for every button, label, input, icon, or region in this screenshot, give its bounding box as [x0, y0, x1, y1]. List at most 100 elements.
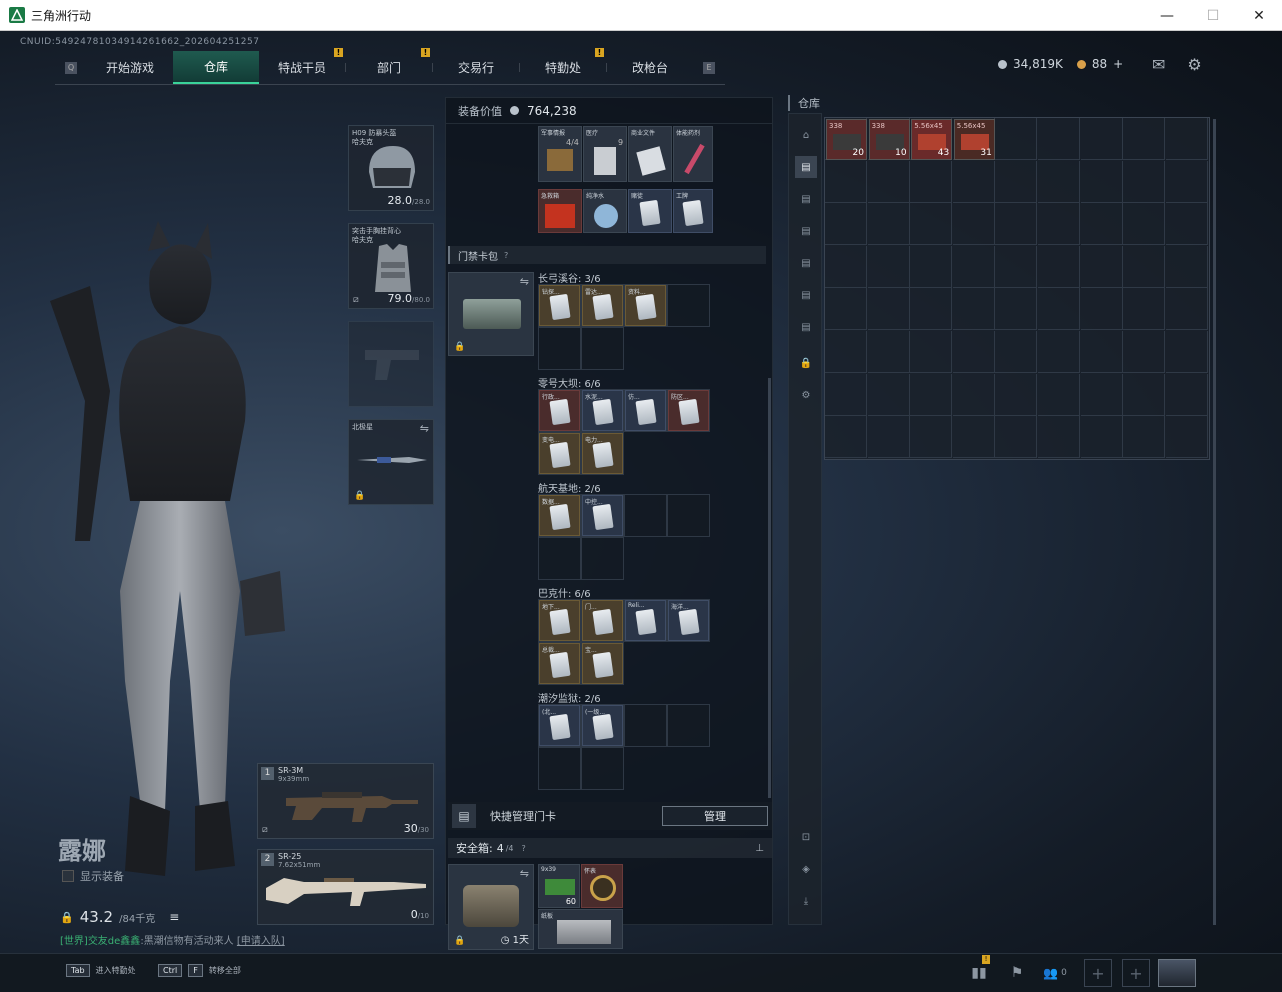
tab-operators[interactable]: 特战干员! [259, 48, 345, 84]
keycard-item[interactable]: 宝... [582, 643, 623, 684]
melee-slot[interactable]: 北极星 ⇋ 🔒 [348, 419, 434, 505]
keycard-item[interactable]: Reli... [625, 600, 666, 641]
stash-cell[interactable] [1038, 203, 1080, 246]
stash-cell[interactable] [995, 331, 1038, 373]
primary-weapon-slot[interactable]: 1 SR-3M 9x39mm ⧄ 30/30 [257, 763, 434, 839]
stash-cell[interactable] [952, 245, 995, 288]
item-intel[interactable]: 军事情报 [538, 126, 582, 182]
tab-trade[interactable]: 交易行 [433, 51, 519, 84]
safe-item-cardboard[interactable]: 纸板 [538, 909, 623, 949]
stash-cell[interactable] [867, 160, 910, 203]
minimize-button[interactable]: — [1144, 0, 1190, 31]
keycard-item[interactable]: 海洋... [668, 600, 709, 641]
stash-cell[interactable] [1038, 373, 1080, 416]
keycard-slot[interactable] [667, 704, 710, 747]
swap-icon[interactable]: ⇋ [520, 275, 529, 288]
stash-cell[interactable] [995, 373, 1038, 416]
stash-cell[interactable] [825, 416, 867, 459]
stash-cell[interactable] [1165, 288, 1208, 331]
stash-cell[interactable] [1080, 118, 1123, 160]
keycard-slot[interactable] [581, 327, 624, 370]
stash-tab-1[interactable]: ▤ [795, 156, 817, 178]
stash-cell[interactable] [1123, 245, 1166, 288]
tab-start-game[interactable]: 开始游戏 [87, 51, 173, 84]
keycard-slot[interactable] [538, 327, 581, 370]
keycard-item[interactable]: (一级... [582, 705, 623, 746]
item-badge[interactable]: 工牌 [673, 189, 713, 233]
scrollbar[interactable] [768, 378, 771, 798]
stash-cell[interactable] [867, 288, 910, 331]
stash-cell[interactable] [1165, 118, 1208, 160]
stash-cell[interactable] [995, 118, 1038, 160]
keycard-slot[interactable] [538, 747, 581, 790]
keycard-slot[interactable] [667, 284, 710, 327]
stats-icon[interactable]: ▮▮! [960, 955, 998, 987]
stash-cell[interactable] [1038, 160, 1080, 203]
keycard-slot[interactable] [667, 494, 710, 537]
keycard-item[interactable]: 电力... [582, 433, 623, 474]
stash-cell[interactable] [1123, 331, 1166, 373]
stash-cell[interactable] [1080, 331, 1123, 373]
stash-cell[interactable] [995, 245, 1038, 288]
transfer-all-hint[interactable]: Ctrl F 转移全部 [158, 964, 241, 977]
stash-cell[interactable] [1080, 245, 1123, 288]
stash-cell[interactable] [1080, 203, 1123, 246]
stash-cell[interactable] [952, 288, 995, 331]
add-currency-button[interactable]: + [1113, 57, 1123, 71]
stash-cell[interactable] [1038, 118, 1080, 160]
stash-cell[interactable] [1080, 160, 1123, 203]
stash-cell[interactable] [910, 331, 953, 373]
stash-cell[interactable] [910, 373, 953, 416]
stash-cell[interactable] [1165, 160, 1208, 203]
keycard-case[interactable]: ⇋ 🔒 [448, 272, 534, 356]
stash-cell[interactable] [995, 288, 1038, 331]
flag-icon[interactable]: ⚑ [998, 959, 1036, 987]
keycard-slot[interactable] [581, 537, 624, 580]
keycard-item[interactable]: 钻探... [539, 285, 580, 326]
keycard-slot[interactable] [538, 537, 581, 580]
safe-box-container[interactable]: ⇋ 🔒 ◷ 1天 [448, 864, 534, 950]
tab-gunsmith[interactable]: 改枪台 [607, 51, 693, 84]
stash-cell[interactable] [1080, 416, 1123, 459]
stash-tab-3[interactable]: ▤ [795, 220, 817, 242]
friends-icon[interactable]: 👥 0 [1036, 959, 1074, 987]
invite-slot-1[interactable]: + [1084, 959, 1112, 987]
keycard-item[interactable]: 水泥... [582, 390, 623, 431]
stash-cell[interactable] [1123, 118, 1166, 160]
stash-cell[interactable] [825, 203, 867, 246]
stash-cell[interactable] [1123, 160, 1166, 203]
stash-cell[interactable] [1165, 203, 1208, 246]
stash-cell[interactable] [952, 331, 995, 373]
stash-cell[interactable] [952, 203, 995, 246]
keycard-item[interactable]: 地下... [539, 600, 580, 641]
stash-cell[interactable] [825, 373, 867, 416]
tidy-icon[interactable]: ⤓ [795, 890, 817, 912]
stash-cell[interactable] [1038, 288, 1080, 331]
item-firstaid[interactable]: 急救箱 [538, 189, 582, 233]
keycard-slot[interactable] [624, 704, 667, 747]
stash-item-ammo[interactable]: 5.56x45 31 [953, 119, 995, 160]
keycard-item[interactable]: 行政... [539, 390, 580, 431]
show-equipment-toggle[interactable]: 显示装备 [62, 868, 124, 884]
lock-icon[interactable]: 🔒 [795, 352, 817, 374]
stash-tab-6[interactable]: ▤ [795, 316, 817, 338]
stash-cell[interactable] [867, 203, 910, 246]
stash-tab-4[interactable]: ▤ [795, 252, 817, 274]
stash-cell[interactable] [1123, 288, 1166, 331]
stash-item-ammo[interactable]: 338 10 [868, 119, 910, 160]
safe-item-ammo[interactable]: 9x39 60 [538, 864, 580, 908]
keycard-item[interactable]: 门... [582, 600, 623, 641]
keycard-item[interactable]: 变电... [539, 433, 580, 474]
enter-special-ops-hint[interactable]: Tab 进入特勤处 [66, 964, 136, 977]
gear-icon[interactable]: ⚙ [1187, 55, 1201, 74]
stash-cell[interactable] [1038, 416, 1080, 459]
stash-cell[interactable] [995, 160, 1038, 203]
sort-icon[interactable]: ⊡ [795, 826, 817, 848]
stash-scrollbar[interactable] [1213, 119, 1216, 925]
armor-slot[interactable]: 突击手胸挂背心 哈夫克 ⧄ 79.0/80.0 [348, 223, 434, 309]
pin-icon[interactable]: ⊥ [755, 843, 764, 854]
stash-cell[interactable] [1123, 373, 1166, 416]
stash-cell[interactable] [867, 416, 910, 459]
gear-icon[interactable]: ⚙ [795, 384, 817, 406]
invite-slot-2[interactable]: + [1122, 959, 1150, 987]
